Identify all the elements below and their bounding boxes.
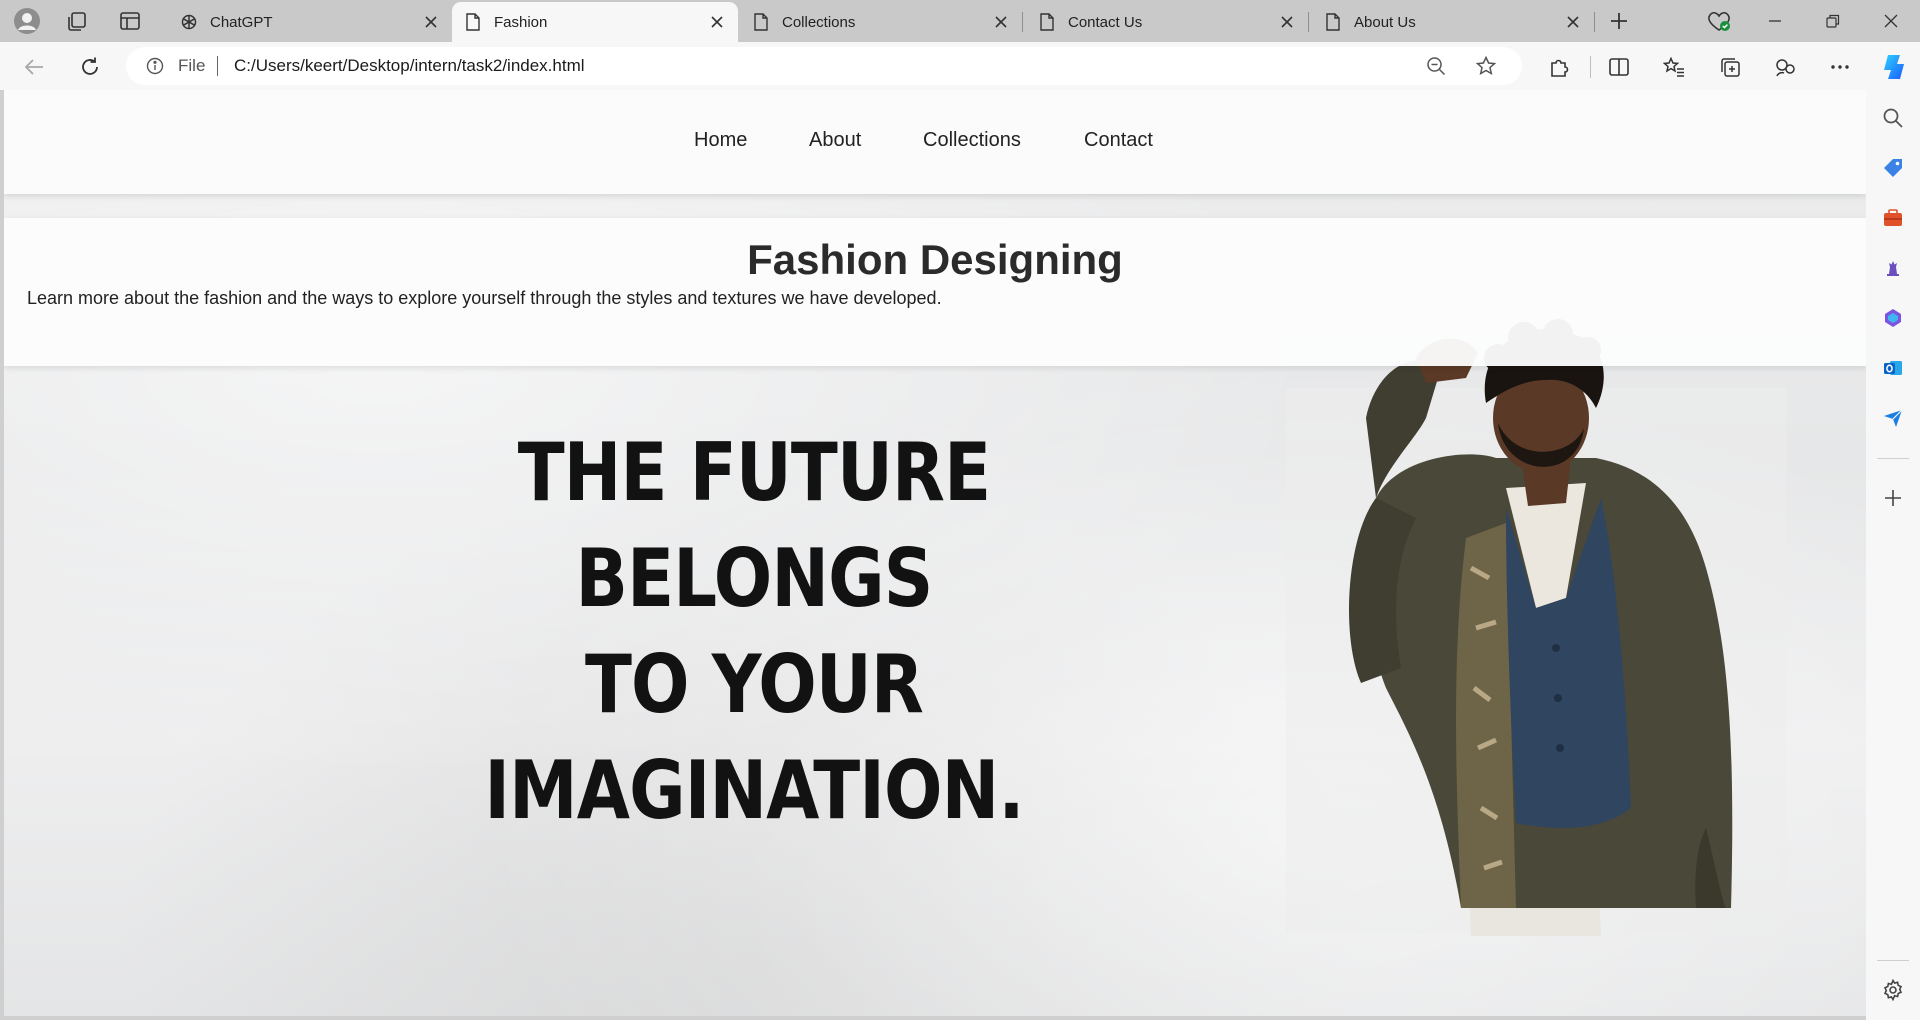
zoom-out-icon[interactable] (1426, 56, 1446, 76)
outlook-icon[interactable] (1879, 354, 1907, 382)
divider (217, 56, 218, 76)
split-screen-icon[interactable] (1603, 51, 1635, 83)
new-tab-icon[interactable] (1604, 6, 1634, 36)
close-tab-icon[interactable] (1564, 13, 1582, 31)
hero-line: BELONGS (575, 532, 934, 625)
nav-collections-link[interactable]: Collections (923, 129, 1021, 152)
profile-icon[interactable] (12, 6, 42, 36)
url-text[interactable]: C:/Users/keert/Desktop/intern/task2/inde… (234, 56, 585, 76)
info-icon[interactable] (146, 57, 164, 75)
page-icon (1038, 13, 1056, 31)
add-sidebar-app-icon[interactable] (1879, 484, 1907, 512)
minimize-icon[interactable] (1752, 6, 1798, 36)
close-tab-icon[interactable] (992, 13, 1010, 31)
tab-separator (1594, 12, 1595, 32)
tab-label: Collections (782, 13, 856, 31)
fashion-model-image (1286, 319, 1786, 936)
sidebar-divider (1877, 458, 1909, 459)
sidebar-divider (1877, 960, 1909, 961)
shopping-tag-icon[interactable] (1879, 154, 1907, 182)
close-tab-icon[interactable] (422, 13, 440, 31)
tab-label: About Us (1354, 13, 1416, 31)
page-title: Fashion Designing (747, 236, 1123, 283)
hero-quote: THE FUTURE BELONGS TO YOUR IMAGINATION. (410, 420, 1098, 844)
site-navbar: Home About Collections Contact (4, 90, 1866, 194)
tab-collections[interactable]: Collections (740, 2, 1022, 42)
copilot-feedback-icon[interactable] (1769, 51, 1801, 83)
tab-strip: ChatGPT Fashion Collections Contact Us A… (0, 0, 1920, 42)
browser-essentials-icon[interactable] (1704, 6, 1734, 36)
scheme-label: File (178, 56, 206, 75)
browser-toolbar: File C:/Users/keert/Desktop/intern/task2… (0, 42, 1920, 90)
tab-label: ChatGPT (210, 13, 273, 31)
edge-sidebar (1866, 90, 1920, 1020)
more-options-icon[interactable] (1824, 51, 1856, 83)
back-icon[interactable] (18, 51, 50, 83)
hero-line: THE FUTURE (517, 426, 991, 519)
tools-briefcase-icon[interactable] (1879, 204, 1907, 232)
favorite-star-icon[interactable] (1475, 55, 1497, 76)
tab-label: Contact Us (1068, 13, 1143, 31)
refresh-icon[interactable] (74, 51, 106, 83)
copilot-icon[interactable] (1876, 49, 1912, 85)
toolbar-divider (1590, 56, 1591, 78)
close-tab-icon[interactable] (708, 13, 726, 31)
tab-separator (1022, 12, 1023, 32)
search-icon[interactable] (1879, 104, 1907, 132)
tab-separator (1308, 12, 1309, 32)
tab-contact-us[interactable]: Contact Us (1026, 2, 1308, 42)
nav-home-link[interactable]: Home (694, 129, 747, 152)
games-chess-icon[interactable] (1879, 254, 1907, 282)
tab-label: Fashion (494, 13, 548, 31)
page-icon (752, 13, 770, 31)
extensions-icon[interactable] (1543, 51, 1575, 83)
page-icon (1324, 13, 1342, 31)
tab-fashion[interactable]: Fashion (452, 2, 738, 42)
intro-description: Learn more about the fashion and the way… (27, 288, 942, 308)
tab-chatgpt[interactable]: ChatGPT (168, 2, 452, 42)
collections-icon[interactable] (1714, 51, 1746, 83)
hero-line: IMAGINATION. (484, 744, 1024, 837)
close-window-icon[interactable] (1868, 6, 1914, 36)
nav-about-link[interactable]: About (809, 129, 861, 152)
intro-section: Fashion Designing Learn more about the f… (4, 218, 1866, 366)
restore-icon[interactable] (1810, 6, 1856, 36)
chatgpt-icon (180, 13, 198, 31)
settings-gear-icon[interactable] (1879, 976, 1907, 1004)
close-tab-icon[interactable] (1278, 13, 1296, 31)
send-drop-icon[interactable] (1879, 404, 1907, 432)
page-viewport: THE FUTURE BELONGS TO YOUR IMAGINATION. (4, 90, 1866, 1016)
page-icon (464, 13, 482, 31)
tab-about-us[interactable]: About Us (1312, 2, 1594, 42)
favorites-icon[interactable] (1658, 51, 1690, 83)
microsoft365-icon[interactable] (1879, 304, 1907, 332)
vertical-tabs-icon[interactable] (115, 6, 145, 36)
nav-contact-link[interactable]: Contact (1084, 129, 1153, 152)
workspaces-icon[interactable] (62, 6, 92, 36)
hero-line: TO YOUR (584, 638, 924, 731)
address-bar[interactable]: File C:/Users/keert/Desktop/intern/task2… (126, 47, 1522, 85)
